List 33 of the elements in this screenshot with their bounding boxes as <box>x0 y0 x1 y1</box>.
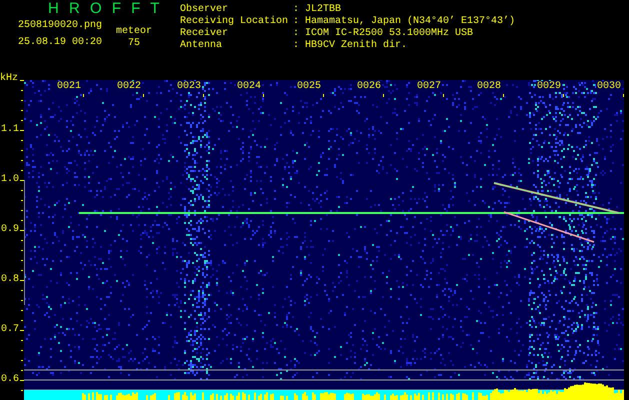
info-label: Observer <box>180 4 230 16</box>
app-title: H R O F F T <box>47 1 164 17</box>
info-value: JL2TBB <box>305 4 342 16</box>
mode-label: meteor <box>116 26 152 38</box>
axis-label: 0.9 <box>0 223 19 237</box>
time-label: 0030 <box>596 81 622 92</box>
axis-label: 0.8 <box>0 273 19 287</box>
info-label: Receiver <box>180 28 230 40</box>
info-separator: : <box>293 4 300 16</box>
axis-unit: kHz <box>0 73 18 84</box>
time-label: 0022 <box>116 81 142 92</box>
time-label: 0029 <box>536 81 562 92</box>
info-value: Hamamatsu, Japan (N34°40’ E137°43’) <box>305 16 516 28</box>
time-label: 0028 <box>476 81 502 92</box>
info-value: HB9CV Zenith dir. <box>305 40 408 52</box>
axis-label: 0.7 <box>0 323 19 337</box>
info-separator: : <box>293 40 300 52</box>
timestamp: 25.08.19 00:20 <box>18 37 102 49</box>
time-label: 0025 <box>296 81 322 92</box>
info-separator: : <box>293 28 300 40</box>
info-label: Antenna <box>180 40 224 52</box>
axis-label: 1.0 <box>0 173 19 187</box>
info-label: Receiving Location <box>180 16 290 28</box>
info-separator: : <box>293 16 300 28</box>
time-label: 0023 <box>176 81 202 92</box>
info-value: ICOM IC-R2500 53.1000MHz USB <box>305 28 474 40</box>
axis-label: 1.1 <box>0 123 19 137</box>
time-label: 0027 <box>416 81 442 92</box>
time-label: 0026 <box>356 81 382 92</box>
axis-label: 0.6 <box>0 373 19 387</box>
meteor-count: 75 <box>128 38 140 50</box>
file-name: 2508190020.png <box>18 20 102 32</box>
time-label: 0024 <box>236 81 262 92</box>
